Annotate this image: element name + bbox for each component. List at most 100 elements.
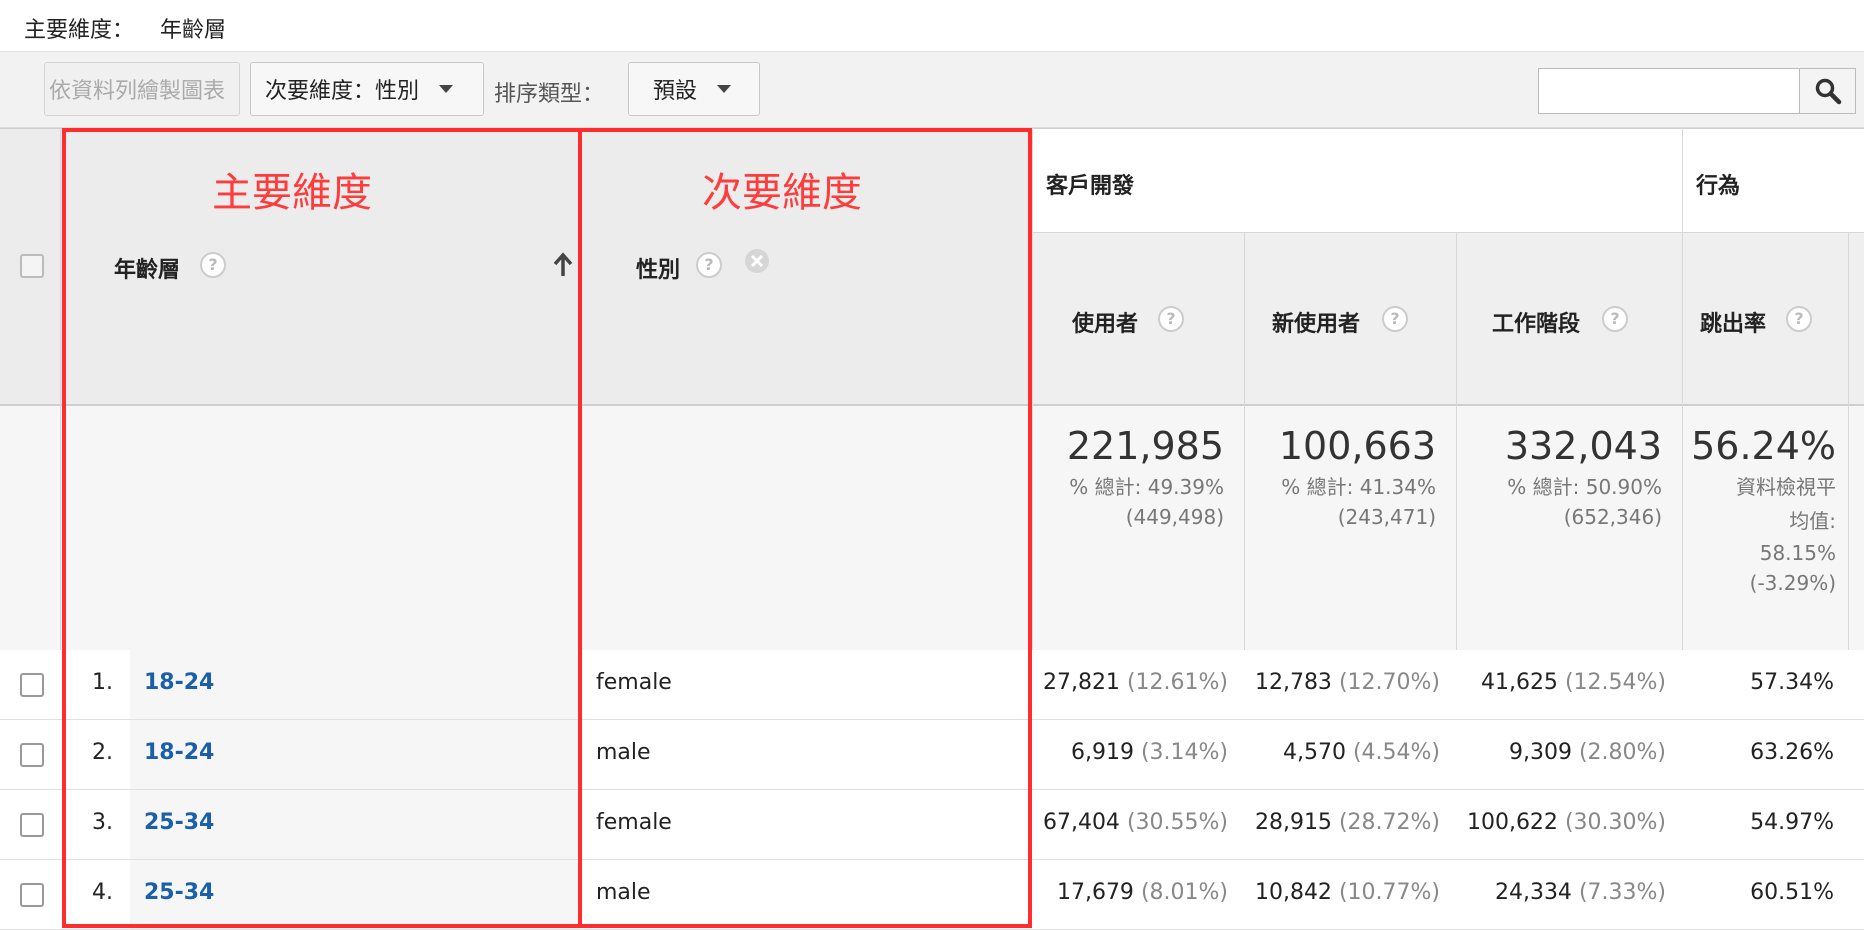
column-header-bounce-rate[interactable]: 跳出率 <box>1700 306 1766 338</box>
help-icon[interactable]: ? <box>696 252 722 278</box>
sessions-cell: 9,309 (2.80%) <box>1460 740 1666 765</box>
users-value: 27,821 <box>1042 670 1120 695</box>
table-search <box>1538 68 1856 114</box>
sessions-cell: 100,622 (30.30%) <box>1460 810 1666 835</box>
age-group-link[interactable]: 18-24 <box>144 740 214 765</box>
total-bounce-rate-avg-value: 58.15% <box>1759 541 1836 565</box>
row-checkbox[interactable] <box>20 883 44 907</box>
column-header-new-users[interactable]: 新使用者 <box>1272 306 1360 338</box>
age-group-link[interactable]: 25-34 <box>144 810 214 835</box>
table-toolbar: 依資料列繪製圖表 次要維度：性別 排序類型： 預設 <box>0 52 1864 128</box>
secondary-dimension-annotation: 次要維度 <box>702 170 862 216</box>
bounce-rate-value: 60.51% <box>1750 880 1834 905</box>
users-value: 17,679 <box>1056 880 1134 905</box>
column-header-gender[interactable]: 性別 <box>636 252 680 284</box>
gender-value: female <box>596 810 672 835</box>
bounce-rate-value: 54.97% <box>1750 810 1834 835</box>
total-users-value: 221,985 <box>1066 424 1224 468</box>
users-cell: 27,821 (12.61%) <box>1040 670 1228 695</box>
remove-secondary-dimension-icon[interactable] <box>744 248 770 274</box>
total-new-users-pct: % 總計: 41.34% <box>1281 475 1436 499</box>
users-pct: (8.01%) <box>1140 880 1228 905</box>
row-number: 1. <box>92 670 113 695</box>
users-cell: 6,919 (3.14%) <box>1040 740 1228 765</box>
total-bounce-rate-value: 56.24% <box>1691 424 1836 468</box>
users-value: 6,919 <box>1070 740 1134 765</box>
bounce-rate-value: 63.26% <box>1750 740 1834 765</box>
sessions-value: 41,625 <box>1480 670 1558 695</box>
search-input[interactable] <box>1539 69 1799 113</box>
new-users-value: 28,915 <box>1254 810 1332 835</box>
row-checkbox[interactable] <box>20 743 44 767</box>
new-users-cell: 10,842 (10.77%) <box>1252 880 1440 905</box>
sessions-value: 100,622 <box>1466 810 1558 835</box>
row-checkbox[interactable] <box>20 673 44 697</box>
sessions-value: 9,309 <box>1508 740 1572 765</box>
secondary-dimension-dropdown[interactable]: 次要維度：性別 <box>250 62 484 116</box>
column-header-age[interactable]: 年齡層 <box>114 252 180 284</box>
total-bounce-rate-avg-label-2: 均值: <box>1789 509 1836 533</box>
help-icon[interactable]: ? <box>1786 306 1812 332</box>
new-users-cell: 12,783 (12.70%) <box>1252 670 1440 695</box>
new-users-cell: 4,570 (4.54%) <box>1252 740 1440 765</box>
new-users-pct: (12.70%) <box>1338 670 1440 695</box>
bounce-rate-value: 57.34% <box>1750 670 1834 695</box>
users-pct: (12.61%) <box>1126 670 1228 695</box>
new-users-pct: (4.54%) <box>1352 740 1440 765</box>
total-sessions-value: 332,043 <box>1504 424 1662 468</box>
row-checkbox[interactable] <box>20 813 44 837</box>
sessions-cell: 24,334 (7.33%) <box>1460 880 1666 905</box>
new-users-value: 10,842 <box>1254 880 1332 905</box>
sort-type-dropdown[interactable]: 預設 <box>628 62 760 116</box>
users-value: 67,404 <box>1042 810 1120 835</box>
total-users-base: (449,498) <box>1125 505 1224 529</box>
new-users-value: 4,570 <box>1282 740 1346 765</box>
users-cell: 67,404 (30.55%) <box>1040 810 1228 835</box>
help-icon[interactable]: ? <box>1382 306 1408 332</box>
table-row: 2. 18-24 male 6,919 (3.14%) 4,570 (4.54%) 9,3… <box>0 720 1864 790</box>
sessions-pct: (30.30%) <box>1564 810 1666 835</box>
help-icon[interactable]: ? <box>1602 306 1628 332</box>
plot-rows-button[interactable]: 依資料列繪製圖表 <box>44 62 240 116</box>
primary-dimension-annotation: 主要維度 <box>212 170 372 216</box>
age-group-link[interactable]: 25-34 <box>144 880 214 905</box>
sessions-value: 24,334 <box>1494 880 1572 905</box>
new-users-cell: 28,915 (28.72%) <box>1252 810 1440 835</box>
row-number: 3. <box>92 810 113 835</box>
sessions-cell: 41,625 (12.54%) <box>1460 670 1666 695</box>
age-group-link[interactable]: 18-24 <box>144 670 214 695</box>
users-pct: (3.14%) <box>1140 740 1228 765</box>
sessions-pct: (12.54%) <box>1564 670 1666 695</box>
new-users-value: 12,783 <box>1254 670 1332 695</box>
help-icon[interactable]: ? <box>200 252 226 278</box>
total-users-pct: % 總計: 49.39% <box>1069 475 1224 499</box>
secondary-dimension-label: 次要維度：性別 <box>265 79 420 104</box>
users-cell: 17,679 (8.01%) <box>1040 880 1228 905</box>
gender-value: male <box>596 740 651 765</box>
total-bounce-rate-avg-diff: (-3.29%) <box>1749 571 1836 595</box>
table-row: 3. 25-34 female 67,404 (30.55%) 28,915 (28.7… <box>0 790 1864 860</box>
sessions-pct: (7.33%) <box>1578 880 1666 905</box>
total-bounce-rate-avg-label: 資料檢視平 <box>1736 475 1836 499</box>
primary-dimension-value[interactable]: 年齡層 <box>160 12 226 44</box>
column-header-sessions[interactable]: 工作階段 <box>1492 306 1580 338</box>
total-sessions-base: (652,346) <box>1563 505 1662 529</box>
group-header-behavior: 行為 <box>1696 174 1741 199</box>
table-row: 4. 25-34 male 17,679 (8.01%) 10,842 (10.77%)… <box>0 860 1864 930</box>
gender-value: male <box>596 880 651 905</box>
sort-type-value: 預設 <box>653 79 698 104</box>
table-row: 1. 18-24 female 27,821 (12.61%) 12,783 (12.7… <box>0 650 1864 720</box>
primary-dimension-label: 主要維度： <box>24 18 135 43</box>
gender-value: female <box>596 670 672 695</box>
new-users-pct: (28.72%) <box>1338 810 1440 835</box>
help-icon[interactable]: ? <box>1158 306 1184 332</box>
sort-type-label: 排序類型： <box>494 82 605 107</box>
new-users-pct: (10.77%) <box>1338 880 1440 905</box>
sort-ascending-arrow-icon[interactable] <box>552 252 574 278</box>
column-header-users[interactable]: 使用者 <box>1072 306 1138 338</box>
total-new-users-base: (243,471) <box>1337 505 1436 529</box>
plot-rows-label: 依資料列繪製圖表 <box>49 79 226 104</box>
search-button[interactable] <box>1799 69 1855 113</box>
chevron-down-icon <box>717 85 732 93</box>
select-all-checkbox[interactable] <box>20 254 44 278</box>
